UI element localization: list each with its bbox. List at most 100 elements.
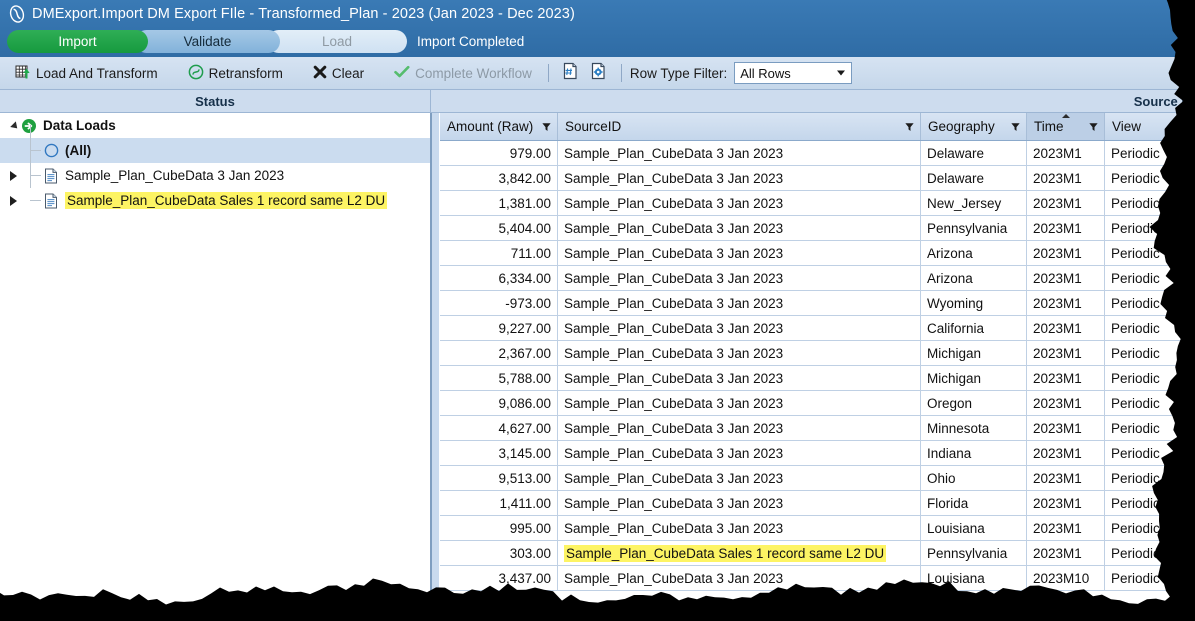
chevron-right-icon[interactable]: [6, 163, 20, 188]
table-row[interactable]: 9,513.00 Sample_Plan_CubeData 3 Jan 2023 O…: [440, 466, 1195, 491]
complete-workflow-button[interactable]: Complete Workflow: [388, 60, 538, 86]
table-cell-view: Periodic: [1105, 391, 1195, 415]
grid-column-header-amount[interactable]: Amount (Raw): [440, 113, 558, 140]
main-toolbar: Load And Transform Retransform Clear Com…: [0, 57, 1195, 90]
table-cell-source: Sample_Plan_CubeData 3 Jan 2023: [558, 166, 921, 190]
data-loads-tree: Data Loads (All) Sample_Plan_CubeData 3 Ja…: [0, 113, 431, 621]
source-data-grid: Amount (Raw) SourceID Geography Time View 97…: [440, 113, 1195, 621]
row-type-filter-value: All Rows: [740, 65, 791, 81]
table-cell-source: Sample_Plan_CubeData 3 Jan 2023: [558, 491, 921, 515]
row-type-filter-select[interactable]: All Rows: [734, 62, 853, 84]
chevron-down-icon[interactable]: [6, 113, 20, 138]
grid-column-header-source[interactable]: SourceID: [558, 113, 921, 140]
table-row[interactable]: 3,437.00 Sample_Plan_CubeData 3 Jan 2023 L…: [440, 566, 1195, 591]
table-row[interactable]: 9,227.00 Sample_Plan_CubeData 3 Jan 2023 C…: [440, 316, 1195, 341]
table-cell-view: Periodic: [1105, 441, 1195, 465]
table-cell-amount: 9,227.00: [440, 316, 558, 340]
table-cell-source: Sample_Plan_CubeData 3 Jan 2023: [558, 316, 921, 340]
tree-item[interactable]: Sample_Plan_CubeData 3 Jan 2023: [0, 150, 430, 188]
table-cell-amount: 4,627.00: [440, 416, 558, 440]
table-cell-amount: 3,437.00: [440, 566, 558, 590]
table-cell-geo: Arizona: [921, 266, 1027, 290]
table-cell-time: 2023M1: [1027, 366, 1105, 390]
table-cell-view: Periodic: [1105, 466, 1195, 490]
table-cell-source: Sample_Plan_CubeData 3 Jan 2023: [558, 291, 921, 315]
workflow-step-import[interactable]: Import: [7, 30, 148, 53]
filter-icon: [1179, 122, 1188, 131]
table-cell-amount: 5,404.00: [440, 216, 558, 240]
table-cell-geo: Ohio: [921, 466, 1027, 490]
tree-item[interactable]: Data Loads: [0, 113, 430, 138]
table-cell-amount: 1,381.00: [440, 191, 558, 215]
grid-up-arrow-icon: [15, 64, 31, 83]
table-row[interactable]: 4,627.00 Sample_Plan_CubeData 3 Jan 2023 M…: [440, 416, 1195, 441]
table-row[interactable]: 9,086.00 Sample_Plan_CubeData 3 Jan 2023 O…: [440, 391, 1195, 416]
table-cell-source: Sample_Plan_CubeData 3 Jan 2023: [558, 566, 921, 590]
retransform-button[interactable]: Retransform: [182, 60, 289, 86]
refresh-circle-icon: [188, 64, 204, 83]
tree-item-label: Data Loads: [43, 118, 116, 133]
table-row[interactable]: 1,381.00 Sample_Plan_CubeData 3 Jan 2023 N…: [440, 191, 1195, 216]
table-row[interactable]: 5,404.00 Sample_Plan_CubeData 3 Jan 2023 P…: [440, 216, 1195, 241]
filter-icon: [905, 122, 914, 131]
table-cell-time: 2023M1: [1027, 391, 1105, 415]
table-cell-time: 2023M10: [1027, 566, 1105, 590]
filter-icon: [1089, 122, 1098, 131]
tree-indent-guide: [20, 150, 42, 188]
chevron-right-icon[interactable]: [6, 188, 20, 213]
grid-column-header-view[interactable]: View: [1105, 113, 1195, 140]
table-cell-time: 2023M1: [1027, 291, 1105, 315]
complete-workflow-label: Complete Workflow: [415, 65, 532, 81]
table-row[interactable]: 5,788.00 Sample_Plan_CubeData 3 Jan 2023 M…: [440, 366, 1195, 391]
table-cell-view: Periodic: [1105, 366, 1195, 390]
clear-button[interactable]: Clear: [307, 60, 370, 86]
table-row[interactable]: -973.00 Sample_Plan_CubeData 3 Jan 2023 Wy…: [440, 291, 1195, 316]
table-cell-geo: Minnesota: [921, 416, 1027, 440]
table-cell-view: Periodic: [1105, 416, 1195, 440]
workflow-step-load[interactable]: Load: [267, 30, 407, 53]
table-row[interactable]: 3,145.00 Sample_Plan_CubeData 3 Jan 2023 I…: [440, 441, 1195, 466]
tree-item[interactable]: Sample_Plan_CubeData Sales 1 record same…: [0, 175, 430, 213]
table-cell-geo: Pennsylvania: [921, 541, 1027, 565]
panel-splitter[interactable]: [431, 113, 439, 621]
table-cell-amount: -973.00: [440, 291, 558, 315]
table-cell-geo: Louisiana: [921, 516, 1027, 540]
grid-column-header-geo[interactable]: Geography: [921, 113, 1027, 140]
table-cell-view: Periodic: [1105, 541, 1195, 565]
blue-circle-icon: [42, 142, 60, 160]
table-cell-amount: 303.00: [440, 541, 558, 565]
table-row[interactable]: 6,334.00 Sample_Plan_CubeData 3 Jan 2023 A…: [440, 266, 1195, 291]
table-row[interactable]: 303.00 Sample_Plan_CubeData Sales 1 recor…: [440, 541, 1195, 566]
table-cell-source: Sample_Plan_CubeData 3 Jan 2023: [558, 191, 921, 215]
tree-item[interactable]: (All): [0, 125, 430, 163]
table-row[interactable]: 1,411.00 Sample_Plan_CubeData 3 Jan 2023 F…: [440, 491, 1195, 516]
document-gear-icon-button[interactable]: [587, 61, 611, 85]
table-cell-time: 2023M1: [1027, 241, 1105, 265]
document-icon: [42, 167, 60, 185]
table-cell-source: Sample_Plan_CubeData 3 Jan 2023: [558, 466, 921, 490]
filter-icon: [1011, 122, 1020, 131]
table-row[interactable]: 979.00 Sample_Plan_CubeData 3 Jan 2023 Del…: [440, 141, 1195, 166]
table-row[interactable]: 711.00 Sample_Plan_CubeData 3 Jan 2023 Ari…: [440, 241, 1195, 266]
table-cell-amount: 711.00: [440, 241, 558, 265]
grid-column-header-label: Time: [1034, 119, 1064, 134]
table-cell-geo: Wyoming: [921, 291, 1027, 315]
table-row[interactable]: 995.00 Sample_Plan_CubeData 3 Jan 2023 Lou…: [440, 516, 1195, 541]
table-cell-time: 2023M1: [1027, 441, 1105, 465]
table-cell-view: Periodic: [1105, 191, 1195, 215]
table-cell-source: Sample_Plan_CubeData 3 Jan 2023: [558, 391, 921, 415]
table-cell-time: 2023M1: [1027, 341, 1105, 365]
table-cell-time: 2023M1: [1027, 266, 1105, 290]
x-mark-icon: [313, 65, 327, 82]
row-type-filter-label: Row Type Filter:: [629, 65, 728, 81]
table-cell-view: Periodic: [1105, 241, 1195, 265]
load-and-transform-button[interactable]: Load And Transform: [9, 60, 164, 86]
table-cell-time: 2023M1: [1027, 316, 1105, 340]
table-row[interactable]: 2,367.00 Sample_Plan_CubeData 3 Jan 2023 M…: [440, 341, 1195, 366]
workflow-step-validate[interactable]: Validate: [135, 30, 280, 53]
tree-indent-guide: [20, 175, 42, 213]
table-row[interactable]: 3,842.00 Sample_Plan_CubeData 3 Jan 2023 D…: [440, 166, 1195, 191]
green-arrow-circle-icon: [20, 117, 38, 135]
grid-column-header-time[interactable]: Time: [1027, 113, 1105, 140]
document-hash-icon-button[interactable]: [559, 61, 583, 85]
